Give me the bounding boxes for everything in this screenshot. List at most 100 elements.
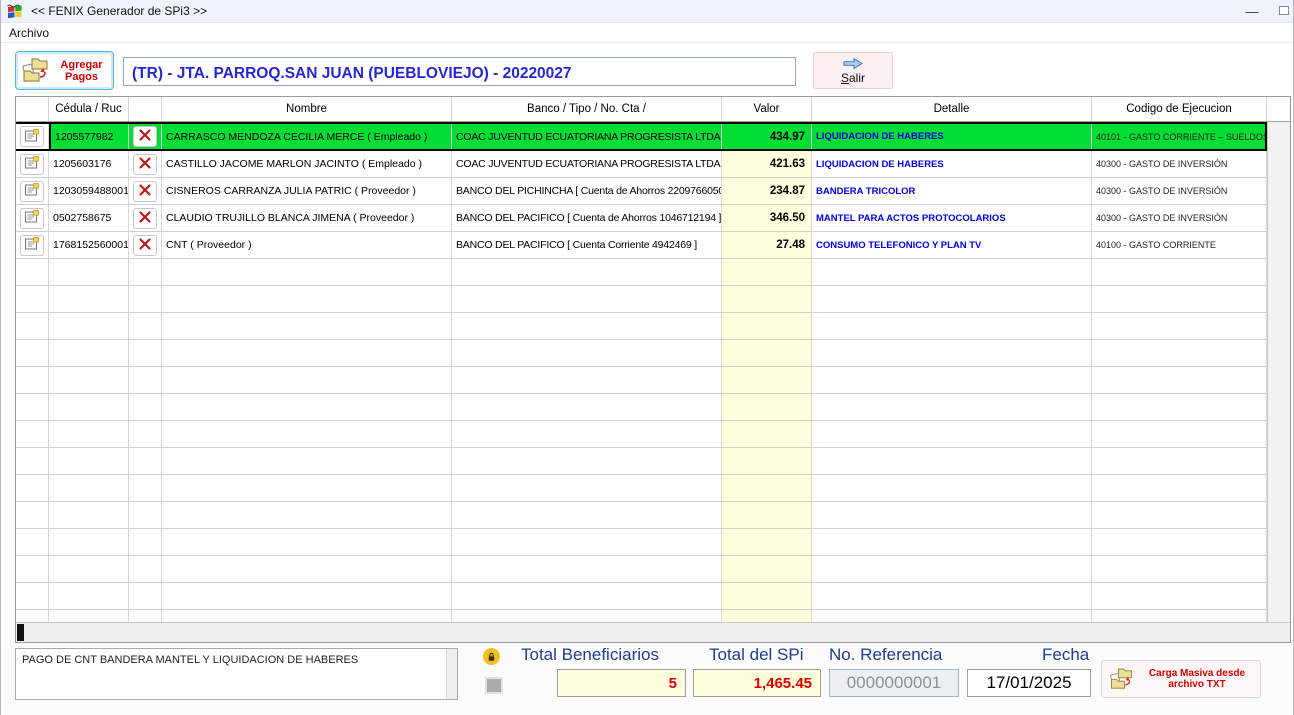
cell-codigo	[1092, 448, 1267, 475]
delete-record-button[interactable]	[133, 235, 157, 256]
footer-panel: PAGO DE CNT BANDERA MANTEL Y LIQUIDACION…	[1, 643, 1293, 715]
total-spi-label: Total del SPi	[709, 645, 804, 665]
delete-record-button[interactable]	[133, 126, 157, 147]
cell-valor	[722, 529, 812, 556]
edit-record-button[interactable]	[20, 235, 44, 256]
table-row-empty	[16, 421, 1267, 448]
payments-grid: Cédula / RucNombreBanco / Tipo / No. Cta…	[15, 96, 1291, 643]
column-header-x	[129, 97, 162, 121]
folders-add-icon	[1108, 667, 1134, 692]
edit-record-icon	[25, 210, 39, 226]
cell-valor	[722, 367, 812, 394]
edit-record-button[interactable]	[20, 181, 44, 202]
cell-x	[129, 556, 162, 583]
cell-nombre	[162, 583, 452, 610]
cell-icon	[16, 124, 49, 149]
cell-detalle	[812, 421, 1092, 448]
cell-x	[129, 583, 162, 610]
cell-banco	[452, 448, 722, 475]
table-row[interactable]: 1205603176CASTILLO JACOME MARLON JACINTO…	[16, 151, 1267, 178]
menu-archivo[interactable]: Archivo	[1, 24, 57, 42]
table-row-empty	[16, 610, 1267, 622]
cell-x	[129, 151, 162, 178]
carga-masiva-button[interactable]: Carga Masiva desde archivo TXT	[1101, 660, 1261, 698]
edit-record-button[interactable]	[20, 208, 44, 229]
cell-icon	[16, 529, 49, 556]
cell-valor	[722, 286, 812, 313]
cell-cedula	[49, 448, 129, 475]
cell-x	[129, 421, 162, 448]
cell-detalle	[812, 610, 1092, 622]
fecha-value[interactable]: 17/01/2025	[967, 669, 1091, 697]
cell-cedula: 1205577982	[49, 124, 129, 149]
edit-record-icon	[25, 183, 39, 199]
delete-x-icon	[139, 211, 151, 226]
cell-cedula	[49, 610, 129, 622]
cell-icon	[16, 502, 49, 529]
delete-record-button[interactable]	[133, 181, 157, 202]
cell-detalle	[812, 394, 1092, 421]
observation-scrollbar[interactable]	[446, 649, 457, 699]
cell-banco: BANCO DEL PICHINCHA [ Cuenta de Ahorros …	[452, 178, 722, 205]
salir-button[interactable]: Salir	[813, 52, 893, 89]
agregar-pagos-button[interactable]: Agregar Pagos	[15, 51, 114, 90]
cell-detalle: BANDERA TRICOLOR	[812, 178, 1092, 205]
table-row-empty	[16, 448, 1267, 475]
observation-box[interactable]: PAGO DE CNT BANDERA MANTEL Y LIQUIDACION…	[15, 648, 458, 700]
delete-record-button[interactable]	[133, 208, 157, 229]
cell-codigo	[1092, 529, 1267, 556]
cell-nombre	[162, 448, 452, 475]
cell-codigo	[1092, 421, 1267, 448]
cell-codigo: 40300 - GASTO DE INVERSIÓN	[1092, 178, 1267, 205]
cell-codigo	[1092, 259, 1267, 286]
cell-nombre: CARRASCO MENDOZA CECILIA MERCE ( Emplead…	[162, 124, 452, 149]
cell-valor	[722, 448, 812, 475]
table-row[interactable]: 0502758675CLAUDIO TRUJILLO BLANCA JIMENA…	[16, 205, 1267, 232]
no-referencia-label: No. Referencia	[829, 645, 942, 665]
table-row[interactable]: 1768152560001CNT ( Proveedor )BANCO DEL …	[16, 232, 1267, 259]
column-header-nombre: Nombre	[162, 97, 452, 121]
cell-x	[129, 178, 162, 205]
cell-nombre	[162, 610, 452, 622]
table-row[interactable]: 1203059488001 CISNEROS CARRANZA JULIA PAT…	[16, 178, 1267, 205]
minimize-button[interactable]: —	[1229, 4, 1275, 19]
cell-x	[129, 313, 162, 340]
table-row-empty	[16, 583, 1267, 610]
table-row-empty	[16, 502, 1267, 529]
restore-button[interactable]	[1275, 0, 1293, 23]
table-row[interactable]: 1205577982 CARRASCO MENDOZA CECILIA MERCE…	[16, 122, 1267, 151]
status-square[interactable]	[485, 677, 503, 694]
total-beneficiarios-value: 5	[557, 669, 686, 697]
folders-add-icon	[20, 57, 50, 85]
cell-cedula: 1203059488001	[49, 178, 129, 205]
cell-icon	[16, 556, 49, 583]
cell-banco	[452, 610, 722, 622]
cell-codigo	[1092, 583, 1267, 610]
delete-record-button[interactable]	[133, 154, 157, 175]
entity-title-field[interactable]	[123, 57, 796, 86]
cell-x	[129, 448, 162, 475]
table-row-empty	[16, 313, 1267, 340]
cell-cedula	[49, 313, 129, 340]
delete-x-icon	[139, 238, 151, 253]
cell-x	[129, 610, 162, 622]
cell-nombre	[162, 475, 452, 502]
cell-detalle	[812, 448, 1092, 475]
cell-cedula: 1768152560001	[49, 232, 129, 259]
restore-icon	[1279, 6, 1289, 15]
cell-valor: 434.97	[722, 124, 812, 149]
cell-cedula	[49, 529, 129, 556]
edit-record-button[interactable]	[20, 154, 44, 175]
column-header-valor: Valor	[722, 97, 812, 121]
horizontal-scrollbar[interactable]	[16, 622, 1290, 642]
horizontal-scrollbar-thumb[interactable]	[17, 624, 24, 641]
no-referencia-value[interactable]: 0000000001	[829, 669, 959, 697]
cell-codigo	[1092, 502, 1267, 529]
vertical-scrollbar[interactable]	[1267, 122, 1290, 622]
cell-valor	[722, 340, 812, 367]
cell-x	[129, 232, 162, 259]
edit-record-button[interactable]	[20, 126, 44, 147]
cell-valor	[722, 259, 812, 286]
cell-nombre: CISNEROS CARRANZA JULIA PATRIC ( Proveed…	[162, 178, 452, 205]
grid-rows: 1205577982 CARRASCO MENDOZA CECILIA MERCE…	[16, 122, 1267, 622]
